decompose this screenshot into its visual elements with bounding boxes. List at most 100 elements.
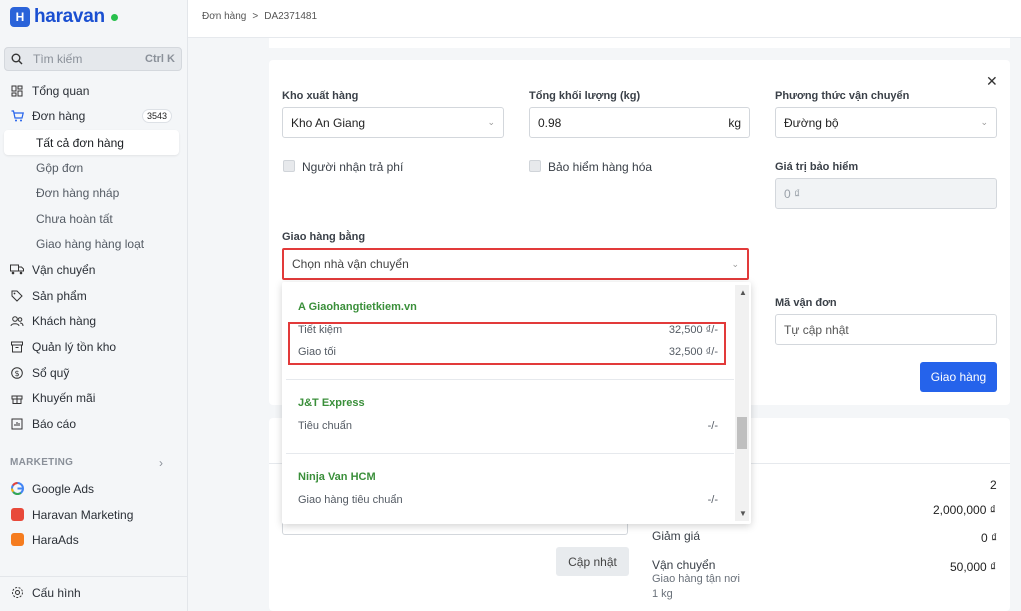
search-input[interactable]: Tìm kiếm Ctrl K (4, 47, 182, 71)
carrier-label: Giao hàng bằng (282, 231, 366, 243)
service-price: -/- (707, 494, 718, 506)
sidebar-subitem-draft-orders[interactable]: Đơn hàng nháp (36, 186, 119, 200)
scroll-down-icon[interactable]: ▼ (739, 509, 747, 518)
sidebar-item-label: Cấu hình (32, 585, 81, 600)
chevron-right-icon[interactable]: › (159, 456, 163, 470)
sidebar-item-label: Vận chuyển (32, 262, 96, 277)
tracking-input[interactable]: Tự cập nhật (775, 314, 997, 345)
warehouse-label: Kho xuất hàng (282, 90, 359, 102)
highlight-box (288, 322, 726, 365)
sidebar-app-haravan-marketing[interactable]: Haravan Marketing (0, 502, 188, 527)
carrier-group-name: A Giaohangtietkiem.vn (298, 301, 417, 313)
service-name: Tiêu chuẩn (298, 420, 353, 432)
sidebar-item-reports[interactable]: Báo cáo (0, 411, 188, 436)
carrier-option[interactable]: Giao hàng tiêu chuẩn -/- (298, 494, 718, 506)
tag-icon (10, 289, 24, 303)
chevron-down-icon: ⌄ (731, 258, 739, 269)
receiver-pays-checkbox[interactable] (283, 160, 295, 172)
shipping-fee-weight: 1 kg (652, 588, 673, 600)
gear-icon (10, 586, 24, 600)
previous-card-bottom (269, 38, 1010, 48)
sidebar-subitem-all-orders[interactable]: Tất cả đơn hàng (4, 130, 179, 155)
sidebar: H haravan Tìm kiếm Ctrl K Tổng quan Đơn … (0, 0, 188, 611)
service-price: -/- (707, 420, 718, 432)
sidebar-item-label: Báo cáo (32, 416, 77, 431)
insurance-checkbox[interactable] (529, 160, 541, 172)
scroll-up-icon[interactable]: ▲ (739, 288, 747, 297)
quantity-value: 2 (990, 478, 997, 492)
insurance-value-placeholder: 0 ₫ (784, 186, 801, 201)
dollar-icon: $ (10, 366, 24, 380)
cart-icon (10, 109, 24, 123)
sidebar-item-promotions[interactable]: Khuyến mãi (0, 385, 188, 410)
sidebar-item-products[interactable]: Sản phẩm (0, 283, 188, 308)
sidebar-subitem-merge-orders[interactable]: Gộp đơn (36, 161, 83, 175)
breadcrumb: Đơn hàng > DA2371481 (202, 11, 317, 22)
breadcrumb-separator: > (252, 11, 259, 22)
breadcrumb-current: DA2371481 (264, 11, 318, 22)
service-name: Giao hàng tiêu chuẩn (298, 494, 403, 506)
scrollbar-thumb[interactable] (737, 417, 747, 449)
divider (286, 453, 734, 454)
sidebar-item-inventory[interactable]: Quản lý tồn kho (0, 334, 188, 359)
dropdown-scrollbar[interactable] (735, 285, 749, 521)
carrier-group-name: J&T Express (298, 397, 365, 409)
divider (0, 576, 188, 577)
sidebar-item-overview[interactable]: Tổng quan (0, 78, 188, 103)
sidebar-item-label: Tổng quan (32, 83, 90, 98)
sidebar-item-label: Khách hàng (32, 313, 97, 328)
carrier-select[interactable]: Chọn nhà vận chuyển ⌄ (282, 248, 749, 280)
sidebar-item-cashbook[interactable]: $ Sổ quỹ (0, 360, 188, 385)
insurance-value-label: Giá trị bảo hiểm (775, 161, 859, 173)
marketing-section-title: MARKETING (10, 457, 74, 468)
breadcrumb-parent[interactable]: Đơn hàng (202, 11, 246, 22)
svg-text:$: $ (14, 369, 19, 378)
weight-input[interactable]: 0.98 kg (529, 107, 750, 138)
sidebar-app-label: Haravan Marketing (32, 507, 134, 522)
discount-value: 0 ₫ (981, 531, 998, 545)
sidebar-item-customers[interactable]: Khách hàng (0, 308, 188, 333)
carrier-placeholder: Chọn nhà vận chuyển (292, 257, 409, 271)
report-icon (10, 417, 24, 431)
warehouse-select[interactable]: Kho An Giang ⌄ (282, 107, 504, 138)
sidebar-item-settings[interactable]: Cấu hình (0, 580, 188, 605)
chevron-down-icon: ⌄ (980, 117, 988, 127)
carrier-option[interactable]: Tiêu chuẩn -/- (298, 420, 718, 432)
warehouse-value: Kho An Giang (291, 115, 366, 130)
sidebar-app-haraads[interactable]: HaraAds (0, 527, 188, 552)
sidebar-item-label: Khuyến mãi (32, 390, 96, 405)
sidebar-app-google-ads[interactable]: Google Ads (0, 476, 188, 501)
shipping-fee-label: Vận chuyển (652, 558, 716, 572)
ship-button[interactable]: Giao hàng (920, 362, 997, 392)
search-icon (11, 53, 23, 65)
sidebar-item-label: Sản phẩm (32, 288, 87, 303)
receiver-pays-label[interactable]: Người nhận trả phí (302, 160, 403, 174)
sidebar-item-label: Đơn hàng (32, 108, 86, 123)
shipping-fee-value: 50,000 ₫ (950, 560, 997, 574)
shipping-method-select[interactable]: Đường bộ ⌄ (775, 107, 997, 138)
google-icon (10, 482, 24, 496)
carrier-dropdown: A Giaohangtietkiem.vn Tiết kiệm 32,500 ₫… (282, 282, 751, 524)
online-status-dot (110, 13, 118, 21)
shipping-method-label: Phương thức vận chuyển (775, 90, 910, 102)
insurance-label[interactable]: Bảo hiểm hàng hóa (548, 160, 652, 174)
inventory-icon (10, 340, 24, 354)
update-button[interactable]: Cập nhật (556, 547, 629, 576)
haravan-logo[interactable]: H haravan (10, 6, 118, 28)
shipping-method-value: Đường bộ (784, 115, 839, 130)
truck-icon (10, 263, 24, 277)
weight-unit: kg (728, 115, 741, 130)
sidebar-item-label: Sổ quỹ (32, 365, 70, 380)
sidebar-item-shipping[interactable]: Vận chuyển (0, 257, 188, 282)
divider (286, 379, 734, 380)
dashboard-icon (10, 84, 24, 98)
haravan-marketing-icon (10, 508, 24, 522)
insurance-value-input: 0 ₫ (775, 178, 997, 209)
search-placeholder: Tìm kiếm (33, 52, 83, 66)
sidebar-item-orders[interactable]: Đơn hàng 3543 (0, 103, 188, 128)
close-icon[interactable]: ✕ (986, 73, 998, 90)
search-shortcut: Ctrl K (145, 53, 175, 65)
sidebar-subitem-incomplete[interactable]: Chưa hoàn tất (36, 212, 113, 226)
sidebar-subitem-bulk-delivery[interactable]: Giao hàng hàng loạt (36, 237, 144, 251)
sidebar-item-label: Quản lý tồn kho (32, 339, 117, 354)
